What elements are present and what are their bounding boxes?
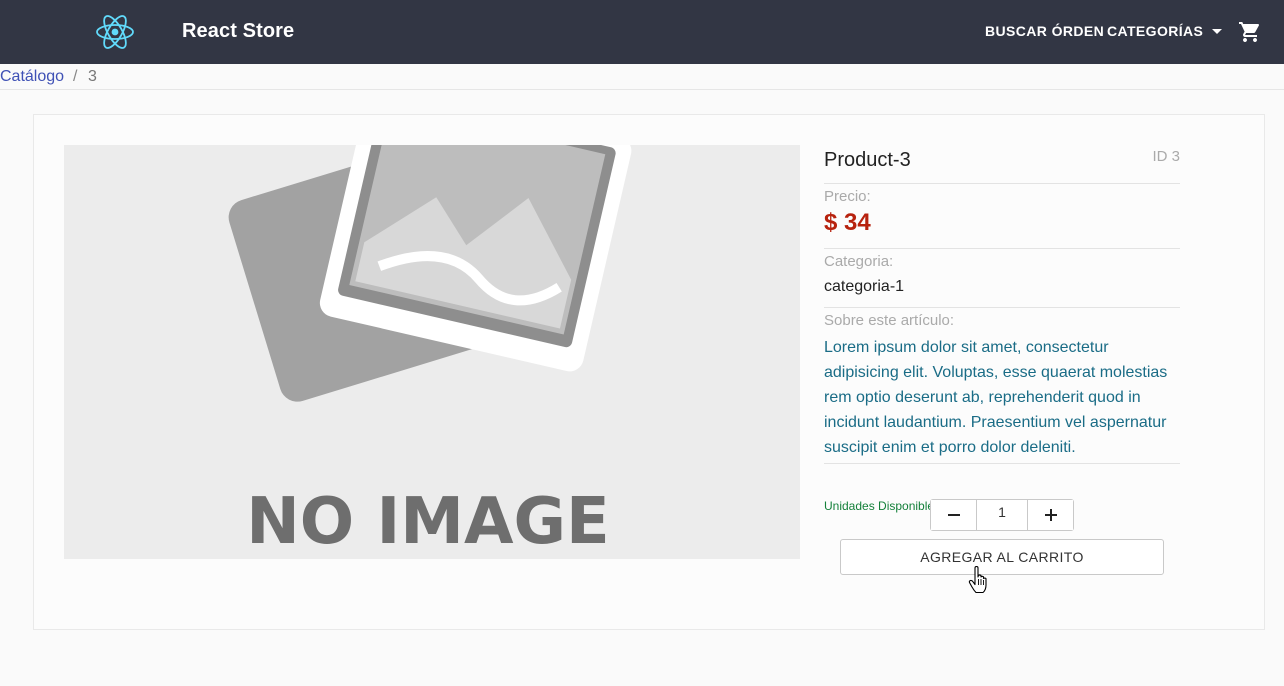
increment-button[interactable] bbox=[1027, 500, 1073, 530]
product-id: ID 3 bbox=[1152, 148, 1180, 165]
caret-down-icon bbox=[1212, 28, 1223, 34]
price-label: Precio: bbox=[824, 188, 871, 205]
category-label: Categoria: bbox=[824, 253, 894, 270]
no-image-text: NO IMAGE bbox=[246, 485, 610, 559]
brand-title[interactable]: React Store bbox=[182, 20, 294, 43]
quantity-value[interactable]: 1 bbox=[977, 500, 1027, 530]
shopping-cart-icon[interactable] bbox=[1238, 20, 1262, 44]
breadcrumb-current: 3 bbox=[88, 68, 97, 85]
about-label: Sobre este artículo: bbox=[824, 312, 955, 329]
product-price: $ 34 bbox=[824, 209, 871, 236]
product-card: NO IMAGE Product-3 ID 3 Precio: $ 34 Cat… bbox=[33, 114, 1265, 630]
price-section: Precio: $ 34 bbox=[824, 184, 1180, 249]
product-description: Lorem ipsum dolor sit amet, consectetur … bbox=[824, 339, 1168, 456]
categorias-menu-button[interactable]: CATEGORÍAS bbox=[1107, 23, 1223, 39]
react-logo-icon[interactable] bbox=[95, 13, 135, 51]
buscar-orden-button[interactable]: BUSCAR ÓRDEN bbox=[985, 23, 1104, 39]
decrement-button[interactable] bbox=[931, 500, 977, 530]
minus-icon bbox=[947, 514, 960, 516]
product-image: NO IMAGE bbox=[64, 145, 800, 559]
product-title-row: Product-3 ID 3 bbox=[824, 145, 1180, 184]
app-bar: React Store BUSCAR ÓRDEN CATEGORÍAS bbox=[0, 0, 1284, 64]
category-section: Categoria: categoria-1 bbox=[824, 249, 1180, 308]
quantity-stepper: 1 bbox=[930, 499, 1074, 531]
breadcrumb-catalogo-link[interactable]: Catálogo bbox=[0, 68, 64, 86]
no-image-placeholder-icon: NO IMAGE bbox=[64, 145, 800, 559]
product-category: categoria-1 bbox=[824, 278, 905, 295]
add-to-cart-button[interactable]: AGREGAR AL CARRITO bbox=[840, 539, 1164, 575]
product-details: Product-3 ID 3 Precio: $ 34 Categoria: c… bbox=[824, 145, 1180, 513]
product-title: Product-3 bbox=[824, 149, 911, 171]
breadcrumb: Catálogo / 3 bbox=[0, 64, 1284, 90]
about-section: Sobre este artículo: Lorem ipsum dolor s… bbox=[824, 308, 1180, 464]
plus-icon bbox=[1044, 509, 1057, 521]
categorias-label: CATEGORÍAS bbox=[1107, 23, 1204, 39]
hand-pointer-cursor-icon bbox=[968, 566, 987, 594]
breadcrumb-separator: / bbox=[73, 68, 78, 85]
